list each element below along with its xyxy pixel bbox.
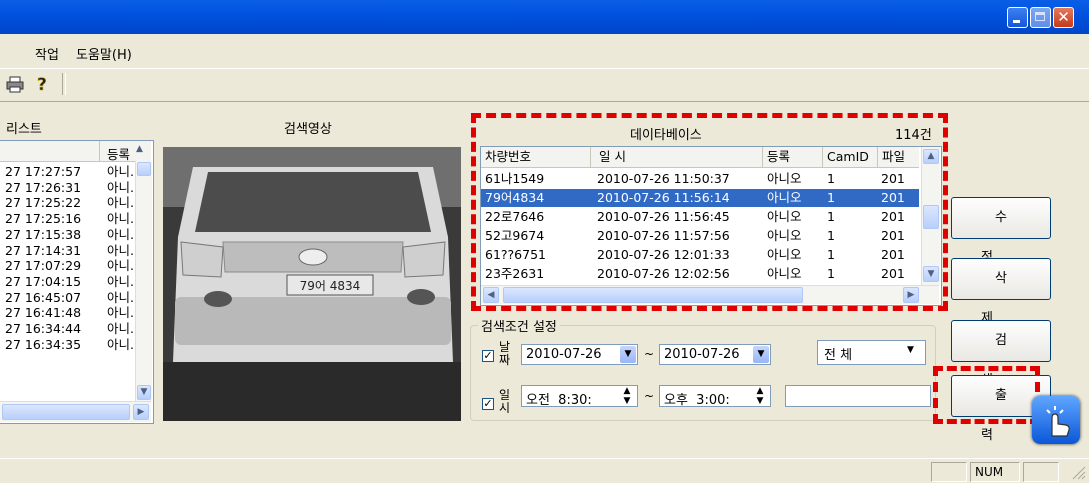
chevron-down-icon: ▼ xyxy=(140,387,148,397)
vehicle-list-header: 등록 ▲ xyxy=(0,141,151,162)
chevron-down-icon[interactable]: ▼ xyxy=(620,346,636,363)
svg-text:?: ? xyxy=(37,75,47,94)
database-highlight-box xyxy=(471,113,948,311)
sort-up-icon: ▲ xyxy=(136,144,143,154)
close-button[interactable]: ✕ xyxy=(1053,7,1074,28)
toolbar: ? xyxy=(0,68,1089,102)
scroll-thumb[interactable] xyxy=(137,162,151,176)
status-panel-scroll xyxy=(1023,462,1059,482)
search-video-image: 79어 4834 xyxy=(163,147,461,421)
time-from-picker[interactable]: 오전 8:30: ▲ ▼ xyxy=(521,385,638,408)
date-from-picker[interactable]: 2010-07-26 ▼ xyxy=(521,344,638,365)
list-item-reg: 아니. xyxy=(107,164,134,179)
chevron-right-icon: ▶ xyxy=(137,407,145,417)
date-label: 날짜 xyxy=(499,340,511,367)
menu-item-work[interactable]: 작업 xyxy=(35,44,59,63)
date-to-picker[interactable]: 2010-07-26 ▼ xyxy=(659,344,771,365)
maximize-button[interactable] xyxy=(1030,7,1051,28)
filter-value: 전 체 xyxy=(824,348,853,363)
hand-pointer-icon xyxy=(1032,396,1080,444)
list-item-time: 27 17:14:31 xyxy=(5,242,82,258)
time-checkbox[interactable]: ✓ xyxy=(482,398,494,410)
menu-item-help[interactable]: 도움말(H) xyxy=(76,44,132,63)
title-bar[interactable]: ✕ xyxy=(0,0,1089,34)
list-item-reg: 아니. xyxy=(107,179,134,195)
toolbar-separator xyxy=(62,73,66,95)
keyword-input[interactable] xyxy=(785,385,931,407)
list-item-time: 27 16:34:35 xyxy=(5,336,82,352)
help-icon[interactable]: ? xyxy=(36,75,50,94)
filter-select[interactable]: 전 체 ▼ xyxy=(817,340,926,365)
video-title: 검색영상 xyxy=(284,122,332,137)
vehicle-list-hscroll[interactable]: ▶ xyxy=(0,401,151,422)
list-item-reg: 아니. xyxy=(107,242,134,258)
list-item-reg: 아니. xyxy=(107,289,134,305)
list-item-reg: 아니. xyxy=(107,273,134,289)
list-item-reg: 아니. xyxy=(107,211,134,227)
list-col-time-header[interactable] xyxy=(0,141,100,161)
date-from-value: 2010-07-26 xyxy=(526,347,602,362)
hscroll-thumb[interactable] xyxy=(2,404,130,420)
date-checkbox[interactable]: ✓ xyxy=(482,350,494,362)
search-button[interactable]: 검색 xyxy=(951,320,1051,388)
status-panel-caps xyxy=(931,462,967,482)
list-item-time: 27 16:45:07 xyxy=(5,289,82,305)
chevron-down-icon[interactable]: ▼ xyxy=(907,345,914,355)
list-item-time: 27 17:04:15 xyxy=(5,273,82,289)
edit-button[interactable]: 수정 xyxy=(951,197,1051,265)
time-label: 일시 xyxy=(499,388,511,415)
list-item-time: 27 17:15:38 xyxy=(5,226,82,242)
list-item-reg: 아니. xyxy=(107,226,134,242)
time-to-picker[interactable]: 오후 3:00: ▲ ▼ xyxy=(659,385,771,408)
list-item-time: 27 16:41:48 xyxy=(5,305,82,321)
date-to-value: 2010-07-26 xyxy=(664,347,740,362)
list-item-reg: 아니. xyxy=(107,305,134,321)
list-item-time: 27 17:25:22 xyxy=(5,195,82,211)
list-col-reg-header[interactable]: 등록 xyxy=(107,144,130,163)
resize-grip-icon[interactable] xyxy=(1070,464,1086,480)
delete-button[interactable]: 삭제 xyxy=(951,258,1051,326)
menu-bar: 작업 도움말(H) xyxy=(0,34,1089,68)
list-item-time: 27 17:07:29 xyxy=(5,258,82,274)
time-from-spinner[interactable]: ▲ ▼ xyxy=(619,386,635,406)
scroll-down-button[interactable]: ▼ xyxy=(137,385,151,400)
printer-icon[interactable] xyxy=(6,76,24,93)
time-to-value: 오후 3:00: xyxy=(664,393,730,408)
list-item-time: 27 16:34:44 xyxy=(5,321,82,336)
vehicle-list-vscroll[interactable]: ▼ xyxy=(135,161,152,401)
scroll-right-button[interactable]: ▶ xyxy=(133,404,149,420)
chevron-down-icon[interactable]: ▼ xyxy=(753,346,769,363)
print-highlight-box xyxy=(933,366,1040,424)
list-item-reg: 아니. xyxy=(107,258,134,274)
minimize-button[interactable] xyxy=(1007,7,1028,28)
list-item-time: 27 17:25:16 xyxy=(5,211,82,227)
time-range-separator: ~ xyxy=(644,389,655,403)
search-conditions-title: 검색조건 설정 xyxy=(478,316,560,335)
list-item-time: 27 17:27:57 xyxy=(5,164,82,179)
list-item-reg: 아니. xyxy=(107,195,134,211)
date-range-separator: ~ xyxy=(644,347,655,361)
vehicle-list-rows: 27 17:27:57 아니. 27 17:26:31 아니. 27 17:25:22 아… xyxy=(0,164,135,401)
plate-text: 79어 4834 xyxy=(300,279,361,293)
list-item-reg: 아니. xyxy=(107,336,134,352)
time-to-spinner[interactable]: ▲ ▼ xyxy=(752,386,768,406)
status-panel-num: NUM xyxy=(970,462,1020,482)
time-from-value: 오전 8:30: xyxy=(526,393,592,408)
list-item-time: 27 17:26:31 xyxy=(5,179,82,195)
status-bar: NUM xyxy=(0,458,1089,483)
vehicle-list[interactable]: 등록 ▲ 27 17:27:57 아니. 27 17:26:31 아니. 27 17:2… xyxy=(0,140,154,424)
list-item-reg: 아니. xyxy=(107,321,134,336)
close-icon: ✕ xyxy=(1057,8,1070,26)
list-title: 리스트 xyxy=(6,122,42,137)
